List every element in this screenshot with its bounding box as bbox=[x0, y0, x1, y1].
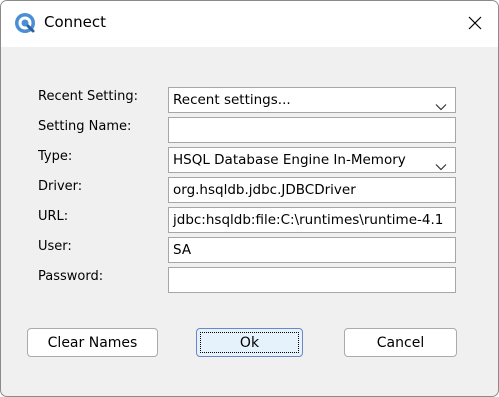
url-value: jdbc:hsqldb:file:C:\runtimes\runtime-4.1 bbox=[173, 212, 444, 228]
setting-name-label: Setting Name: bbox=[38, 119, 132, 134]
clear-names-button[interactable]: Clear Names bbox=[27, 328, 158, 357]
recent-setting-label: Recent Setting: bbox=[38, 89, 138, 104]
password-input[interactable] bbox=[168, 267, 456, 293]
user-label: User: bbox=[38, 239, 72, 254]
type-value: HSQL Database Engine In-Memory bbox=[173, 152, 406, 168]
ok-button-label: Ok bbox=[239, 334, 260, 351]
driver-input[interactable]: org.hsqldb.jdbc.JDBCDriver bbox=[168, 177, 456, 203]
type-label: Type: bbox=[38, 149, 73, 164]
setting-name-input[interactable] bbox=[168, 117, 456, 143]
type-select[interactable]: HSQL Database Engine In-Memory bbox=[168, 147, 456, 173]
app-logo-icon bbox=[14, 12, 36, 34]
url-label: URL: bbox=[38, 209, 69, 224]
connect-dialog: Connect Recent Setting: Setting Name: Ty… bbox=[0, 0, 499, 397]
recent-setting-select[interactable]: Recent settings... bbox=[168, 87, 456, 113]
url-input[interactable]: jdbc:hsqldb:file:C:\runtimes\runtime-4.1 bbox=[168, 207, 456, 233]
close-icon bbox=[468, 15, 482, 34]
chevron-down-icon bbox=[435, 156, 447, 171]
ok-button[interactable]: Ok bbox=[196, 328, 303, 357]
driver-value: org.hsqldb.jdbc.JDBCDriver bbox=[173, 182, 356, 198]
driver-label: Driver: bbox=[38, 179, 83, 194]
user-input[interactable]: SA bbox=[168, 237, 456, 263]
password-label: Password: bbox=[38, 269, 104, 284]
chevron-down-icon bbox=[435, 96, 447, 111]
cancel-button[interactable]: Cancel bbox=[344, 328, 457, 357]
recent-setting-value: Recent settings... bbox=[173, 92, 291, 108]
window-title: Connect bbox=[44, 13, 107, 31]
user-value: SA bbox=[173, 242, 192, 258]
title-bar: Connect bbox=[1, 1, 498, 47]
close-button[interactable] bbox=[452, 1, 498, 47]
